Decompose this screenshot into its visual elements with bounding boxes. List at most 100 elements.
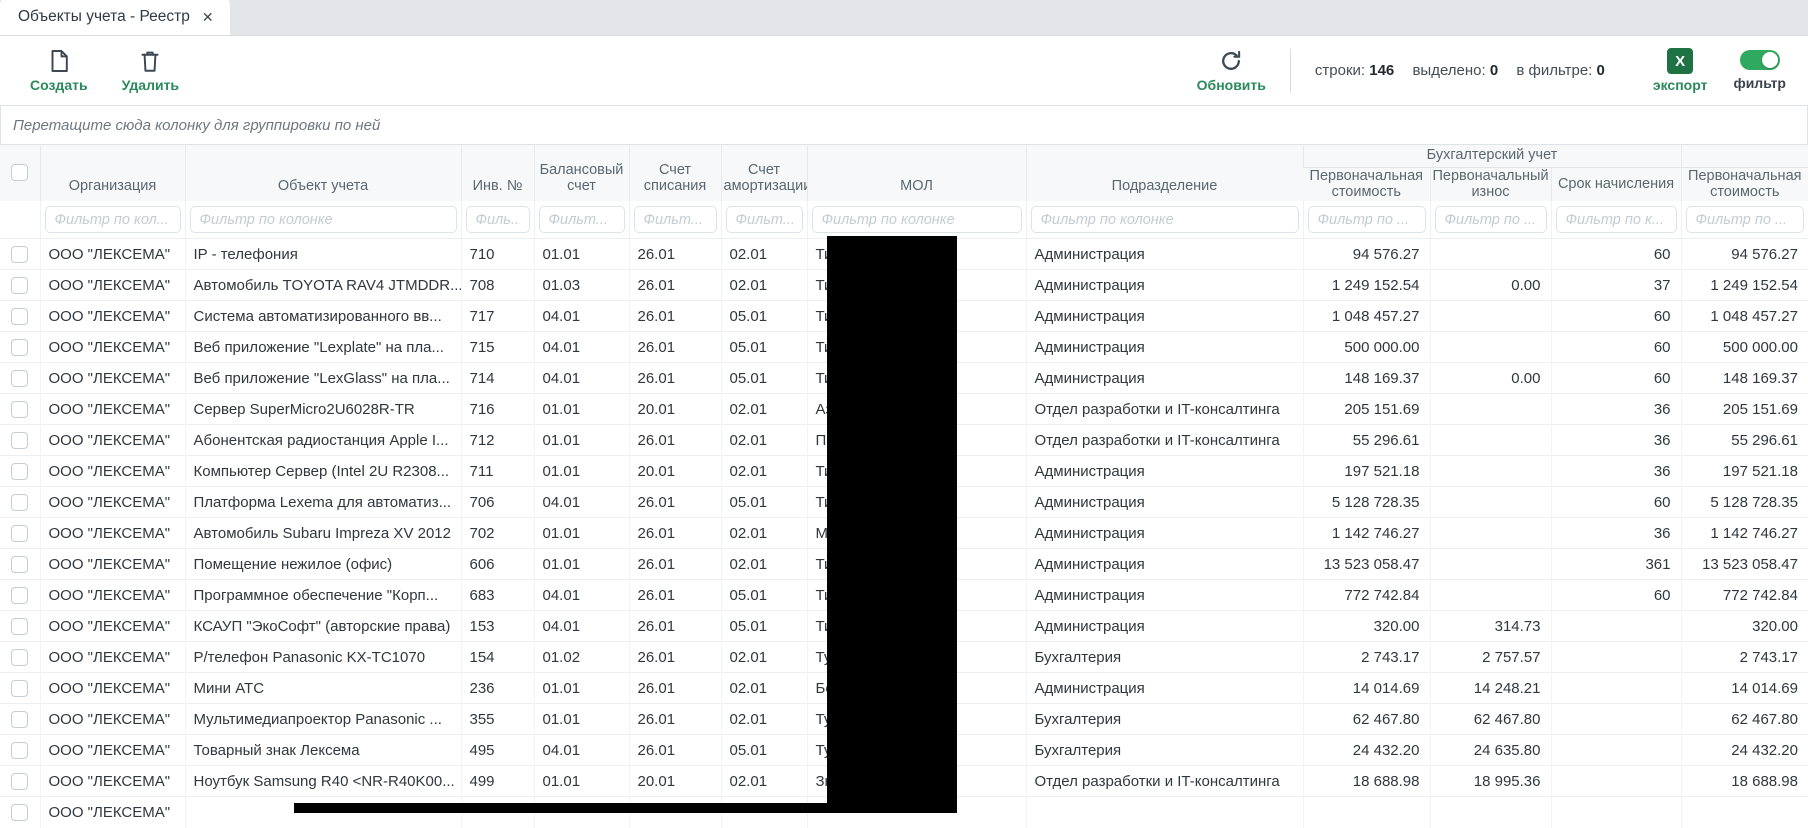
- col-header-mol[interactable]: МОЛ: [807, 145, 1026, 201]
- row-checkbox-cell: [0, 456, 40, 487]
- tab-objects-registry[interactable]: Объекты учета - Реестр ✕: [0, 0, 230, 35]
- cell: 62 467.80: [1303, 704, 1430, 735]
- row-checkbox[interactable]: [11, 525, 28, 542]
- tab-close-icon[interactable]: ✕: [202, 9, 214, 26]
- cell: 711: [461, 456, 534, 487]
- cell: 24 432.20: [1303, 735, 1430, 766]
- filter-input[interactable]: [634, 206, 717, 233]
- cell: [1430, 425, 1551, 456]
- filter-input[interactable]: [539, 206, 625, 233]
- cell: 04.01: [534, 332, 629, 363]
- cell: 26.01: [629, 239, 721, 270]
- new-document-icon: [46, 48, 72, 74]
- select-all-checkbox[interactable]: [11, 164, 28, 181]
- row-checkbox-cell: [0, 580, 40, 611]
- filter-input[interactable]: [1435, 206, 1547, 233]
- cell: Отдел разработки и IT-консалтинга: [1026, 394, 1303, 425]
- cell: 20.01: [629, 456, 721, 487]
- filter-input[interactable]: [1686, 206, 1805, 233]
- cell: Веб приложение "LexGlass" на пла...: [185, 363, 461, 394]
- cell: Администрация: [1026, 549, 1303, 580]
- row-checkbox[interactable]: [11, 556, 28, 573]
- row-checkbox[interactable]: [11, 246, 28, 263]
- row-checkbox[interactable]: [11, 649, 28, 666]
- cell: 683: [461, 580, 534, 611]
- cell: 26.01: [629, 363, 721, 394]
- cell: 05.01: [721, 487, 807, 518]
- cell: 2 757.57: [1430, 642, 1551, 673]
- refresh-button-label: Обновить: [1197, 77, 1266, 93]
- create-button[interactable]: Создать: [30, 48, 88, 93]
- cell: 13 523 058.47: [1303, 549, 1430, 580]
- col-header-initial-wear[interactable]: Первоначальный износ: [1430, 167, 1551, 201]
- col-header-division[interactable]: Подразделение: [1026, 145, 1303, 201]
- delete-button[interactable]: Удалить: [122, 48, 179, 93]
- cell: 26.01: [629, 611, 721, 642]
- row-checkbox-cell: [0, 301, 40, 332]
- export-excel-button[interactable]: X экспорт: [1653, 48, 1708, 93]
- cell: 26.01: [629, 270, 721, 301]
- col-header-object[interactable]: Объект учета: [185, 145, 461, 201]
- cell: 60: [1551, 239, 1681, 270]
- cell: 495: [461, 735, 534, 766]
- filter-input[interactable]: [812, 206, 1022, 233]
- row-checkbox[interactable]: [11, 742, 28, 759]
- col-header-depreciation-account[interactable]: Счет амортизации: [721, 145, 807, 201]
- col-header-initial-cost-2[interactable]: Первоначальная стоимость: [1681, 167, 1808, 201]
- filter-input[interactable]: [1308, 206, 1426, 233]
- filter-input[interactable]: [466, 206, 530, 233]
- row-checkbox[interactable]: [11, 339, 28, 356]
- cell: [1551, 611, 1681, 642]
- cell: Администрация: [1026, 487, 1303, 518]
- cell: Платформа Lexema для автоматиз...: [185, 487, 461, 518]
- col-header-organization[interactable]: Организация: [40, 145, 185, 201]
- cell: 2 743.17: [1303, 642, 1430, 673]
- col-header-accrual-term[interactable]: Срок начисления: [1551, 167, 1681, 201]
- cell: Администрация: [1026, 673, 1303, 704]
- row-checkbox[interactable]: [11, 308, 28, 325]
- cell: 314.73: [1430, 611, 1551, 642]
- row-checkbox[interactable]: [11, 587, 28, 604]
- filter-input[interactable]: [1556, 206, 1677, 233]
- row-checkbox[interactable]: [11, 370, 28, 387]
- cell: Автомобиль Subaru Impreza XV 2012: [185, 518, 461, 549]
- filter-input[interactable]: [726, 206, 803, 233]
- cell: ООО "ЛЕКСЕМА": [40, 642, 185, 673]
- row-checkbox[interactable]: [11, 773, 28, 790]
- cell: [1551, 766, 1681, 797]
- row-checkbox[interactable]: [11, 494, 28, 511]
- cell: Администрация: [1026, 363, 1303, 394]
- cell: 500 000.00: [1303, 332, 1430, 363]
- col-header-initial-cost[interactable]: Первоначальная стоимость: [1303, 167, 1430, 201]
- filter-input[interactable]: [45, 206, 181, 233]
- filter-toggle[interactable]: фильтр: [1733, 50, 1786, 91]
- refresh-button[interactable]: Обновить: [1197, 48, 1266, 93]
- cell: 62 467.80: [1681, 704, 1808, 735]
- row-checkbox[interactable]: [11, 432, 28, 449]
- row-checkbox[interactable]: [11, 680, 28, 697]
- cell: [1430, 456, 1551, 487]
- cell: 205 151.69: [1681, 394, 1808, 425]
- row-checkbox[interactable]: [11, 401, 28, 418]
- row-checkbox[interactable]: [11, 277, 28, 294]
- cell: 60: [1551, 332, 1681, 363]
- cell: 02.01: [721, 704, 807, 735]
- cell: ООО "ЛЕКСЕМА": [40, 425, 185, 456]
- row-checkbox[interactable]: [11, 618, 28, 635]
- cell: 148 169.37: [1681, 363, 1808, 394]
- filter-input[interactable]: [190, 206, 457, 233]
- filter-input[interactable]: [1031, 206, 1299, 233]
- row-checkbox[interactable]: [11, 463, 28, 480]
- cell: 606: [461, 549, 534, 580]
- toggle-switch-icon[interactable]: [1740, 50, 1780, 70]
- row-checkbox[interactable]: [11, 711, 28, 728]
- col-header-balance-account[interactable]: Балансовый счет: [534, 145, 629, 201]
- col-header-writeoff-account[interactable]: Счет списания: [629, 145, 721, 201]
- cell: 715: [461, 332, 534, 363]
- cell: 205 151.69: [1303, 394, 1430, 425]
- cell: 13 523 058.47: [1681, 549, 1808, 580]
- group-by-drop-zone[interactable]: Перетащите сюда колонку для группировки …: [0, 105, 1808, 145]
- cell: Администрация: [1026, 456, 1303, 487]
- cell: 717: [461, 301, 534, 332]
- col-header-inv-no[interactable]: Инв. №: [461, 145, 534, 201]
